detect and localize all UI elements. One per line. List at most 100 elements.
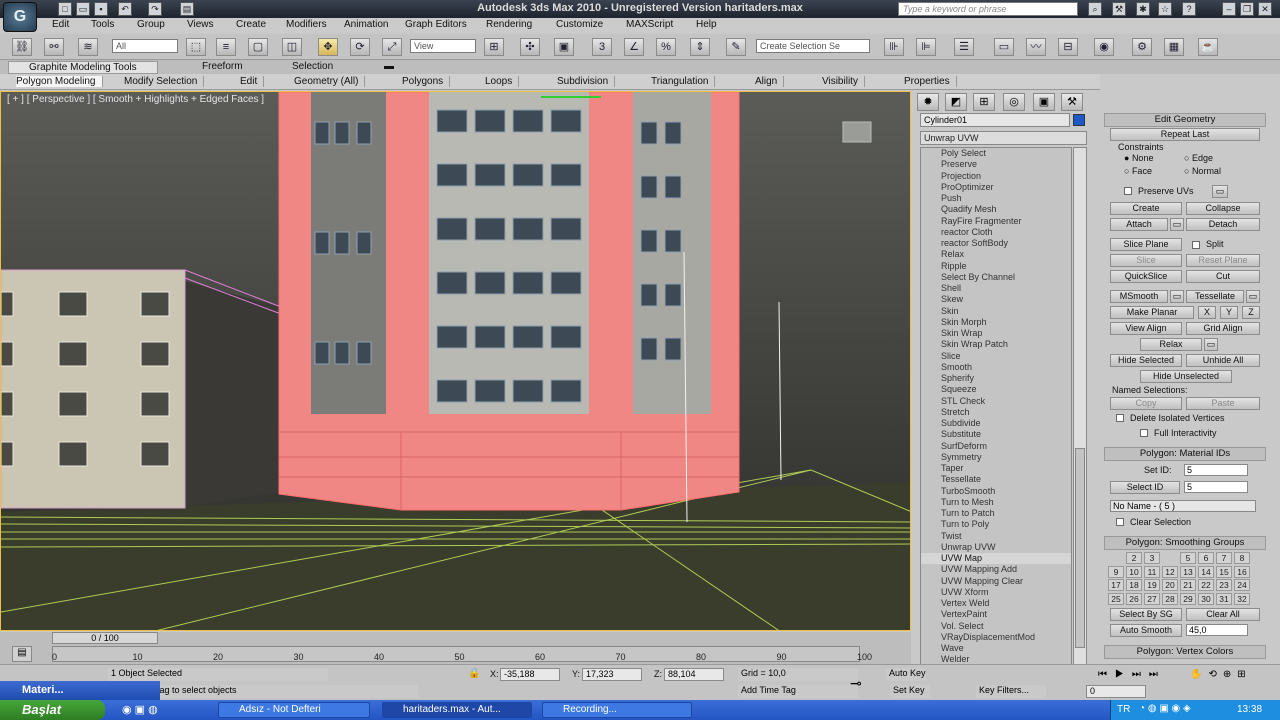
- smoothing-group-button[interactable]: 16: [1234, 565, 1250, 578]
- smoothing-group-button[interactable]: 9: [1108, 565, 1124, 578]
- modifier-list-item[interactable]: VRayDisplacementMod: [921, 632, 1071, 643]
- minimize-icon[interactable]: –: [1222, 2, 1236, 16]
- window-crossing-icon[interactable]: ◫: [282, 38, 302, 56]
- render-production-icon[interactable]: ☕: [1198, 38, 1218, 56]
- material-name-dropdown[interactable]: No Name - ( 5 ): [1110, 500, 1256, 512]
- menu-help[interactable]: Help: [696, 19, 717, 30]
- quickslice-button[interactable]: QuickSlice: [1110, 270, 1182, 283]
- modifier-list-item[interactable]: Quadify Mesh: [921, 204, 1071, 215]
- select-manipulate-icon[interactable]: ✣: [520, 38, 540, 56]
- smoothing-group-button[interactable]: 13: [1180, 565, 1196, 578]
- select-and-link-icon[interactable]: ⛓: [12, 38, 32, 56]
- tessellate-button[interactable]: Tessellate: [1186, 290, 1244, 303]
- panel-loops[interactable]: Loops: [485, 76, 520, 87]
- make-planar-x-button[interactable]: X: [1198, 306, 1216, 319]
- modifier-list-item[interactable]: Smooth: [921, 362, 1071, 373]
- paste-button[interactable]: Paste: [1186, 397, 1260, 410]
- panel-geometry-all[interactable]: Geometry (All): [294, 76, 366, 87]
- mirror-icon[interactable]: ⊪: [884, 38, 904, 56]
- hide-selected-button[interactable]: Hide Selected: [1110, 354, 1182, 367]
- panel-polygon-modeling[interactable]: Polygon Modeling: [16, 76, 103, 87]
- modifier-list-item[interactable]: VertexPaint: [921, 609, 1071, 620]
- smoothing-group-button[interactable]: 22: [1198, 579, 1214, 591]
- set-key-button[interactable]: Set Key: [890, 685, 930, 698]
- modifier-list-item[interactable]: Push: [921, 193, 1071, 204]
- start-button[interactable]: Başlat: [0, 700, 105, 720]
- modifier-list-item[interactable]: TurboSmooth: [921, 486, 1071, 497]
- smoothing-group-button[interactable]: 24: [1234, 579, 1250, 591]
- menu-rendering[interactable]: Rendering: [486, 19, 532, 30]
- modifier-list[interactable]: Poly Select Preserve Projection ProOptimize…: [920, 147, 1072, 677]
- modifier-list-item[interactable]: Tessellate: [921, 474, 1071, 485]
- material-editor-minimized[interactable]: Materi...: [0, 681, 160, 700]
- named-selection-dropdown[interactable]: Create Selection Se: [756, 39, 870, 53]
- collapse-button[interactable]: Collapse: [1186, 202, 1260, 215]
- schematic-view-icon[interactable]: ⊟: [1058, 38, 1078, 56]
- menu-graph-editors[interactable]: Graph Editors: [405, 19, 467, 30]
- modifier-list-item[interactable]: Projection: [921, 171, 1071, 182]
- smoothing-group-button[interactable]: 17: [1108, 579, 1124, 591]
- modifier-list-item[interactable]: Subdivide: [921, 418, 1071, 429]
- menu-views[interactable]: Views: [187, 19, 214, 30]
- spinner-snap-icon[interactable]: ⇕: [690, 38, 710, 56]
- modifier-list-item[interactable]: UVW Xform: [921, 587, 1071, 598]
- modifier-list-item[interactable]: UVW Mapping Add: [921, 564, 1071, 575]
- search-icon[interactable]: ⌕: [1088, 2, 1102, 16]
- full-interactivity-checkbox[interactable]: [1140, 429, 1148, 437]
- modifier-list-item[interactable]: Slice: [921, 351, 1071, 362]
- menu-edit[interactable]: Edit: [52, 19, 69, 30]
- preserve-uvs-checkbox[interactable]: [1124, 187, 1132, 195]
- hide-unselected-button[interactable]: Hide Unselected: [1140, 370, 1232, 383]
- pivot-center-icon[interactable]: ⊞: [484, 38, 504, 56]
- undo-icon[interactable]: ↶: [118, 2, 132, 16]
- menu-customize[interactable]: Customize: [556, 19, 603, 30]
- attach-list-button[interactable]: ▭: [1170, 218, 1184, 231]
- current-frame-field[interactable]: 0: [1086, 685, 1146, 698]
- graphite-toggle-icon[interactable]: ▭: [994, 38, 1014, 56]
- keyboard-shortcut-override-icon[interactable]: ▣: [554, 38, 574, 56]
- panel-align[interactable]: Align: [755, 76, 785, 87]
- grid-align-button[interactable]: Grid Align: [1186, 322, 1260, 335]
- msmooth-button[interactable]: MSmooth: [1110, 290, 1168, 303]
- make-planar-button[interactable]: Make Planar: [1110, 306, 1194, 319]
- vertex-colors-rollout-title[interactable]: Polygon: Vertex Colors: [1104, 645, 1266, 659]
- smoothing-group-button[interactable]: 25: [1108, 592, 1124, 605]
- edit-named-selection-icon[interactable]: ✎: [726, 38, 746, 56]
- modifier-list-item[interactable]: Skin Wrap Patch: [921, 339, 1071, 350]
- ribbon-options-icon[interactable]: ▬: [384, 61, 394, 72]
- time-slider[interactable]: 0 / 100: [52, 632, 158, 644]
- make-planar-y-button[interactable]: Y: [1220, 306, 1238, 319]
- rendered-frame-window-icon[interactable]: ▦: [1164, 38, 1184, 56]
- tab-selection[interactable]: Selection: [292, 61, 333, 72]
- preserve-uvs-settings-button[interactable]: ▭: [1212, 185, 1228, 198]
- select-id-button[interactable]: Select ID: [1110, 481, 1180, 494]
- x-coordinate[interactable]: -35,188: [500, 668, 560, 681]
- msmooth-settings-button[interactable]: ▭: [1170, 290, 1184, 303]
- open-file-icon[interactable]: ▭: [76, 2, 90, 16]
- smoothing-group-button[interactable]: 30: [1198, 592, 1214, 605]
- modifier-list-item[interactable]: Twist: [921, 531, 1071, 542]
- reference-coordinate-dropdown[interactable]: View: [410, 39, 476, 53]
- subscription-icon[interactable]: ✱: [1136, 2, 1150, 16]
- constraint-face-radio[interactable]: ○ Face: [1124, 166, 1152, 176]
- search-input[interactable]: Type a keyword or phrase: [898, 2, 1078, 16]
- modifier-list-item[interactable]: Skin Morph: [921, 317, 1071, 328]
- rectangular-selection-icon[interactable]: ▢: [248, 38, 268, 56]
- cut-button[interactable]: Cut: [1186, 270, 1260, 283]
- close-icon[interactable]: ✕: [1258, 2, 1272, 16]
- modifier-list-item[interactable]: Symmetry: [921, 452, 1071, 463]
- smoothing-group-button[interactable]: 29: [1180, 592, 1196, 605]
- new-file-icon[interactable]: □: [58, 2, 72, 16]
- clear-all-button[interactable]: Clear All: [1186, 608, 1260, 621]
- modifier-list-item[interactable]: Turn to Mesh: [921, 497, 1071, 508]
- modifier-list-item[interactable]: Squeeze: [921, 384, 1071, 395]
- smoothing-group-button[interactable]: 5: [1180, 552, 1196, 564]
- create-button[interactable]: Create: [1110, 202, 1182, 215]
- material-editor-icon[interactable]: ◉: [1094, 38, 1114, 56]
- save-icon[interactable]: ▪: [94, 2, 108, 16]
- lock-selection-icon[interactable]: 🔒: [468, 668, 480, 679]
- panel-edit[interactable]: Edit: [240, 76, 265, 87]
- menu-maxscript[interactable]: MAXScript: [626, 19, 673, 30]
- motion-tab-icon[interactable]: ◎: [1003, 93, 1025, 111]
- application-button[interactable]: G: [3, 2, 37, 32]
